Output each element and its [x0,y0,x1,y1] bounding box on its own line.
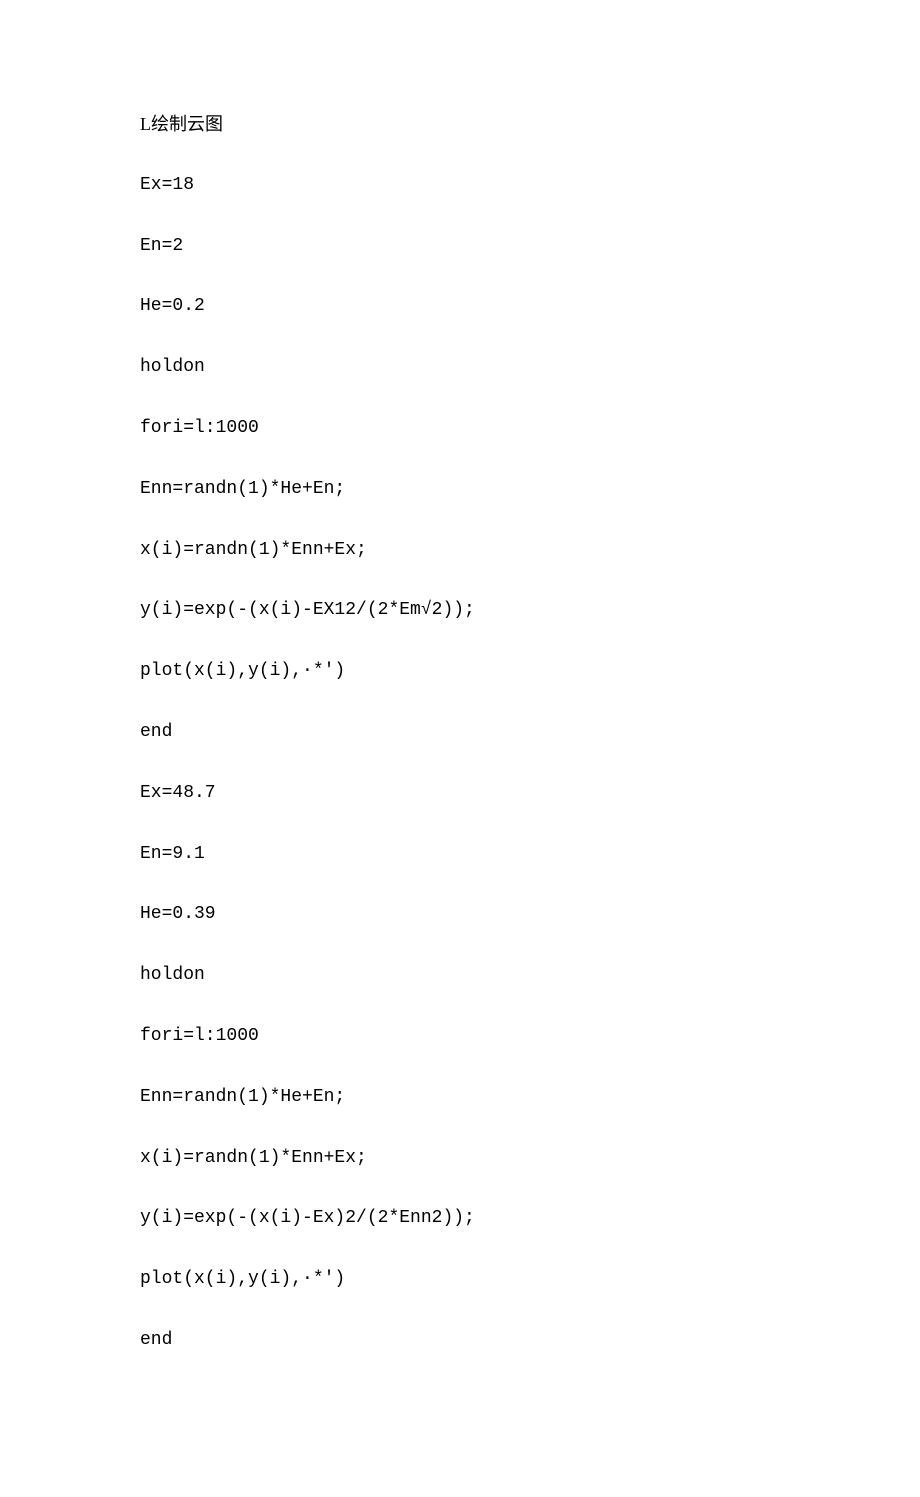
code-line: Enn=randn(1)*He+En; [140,475,780,504]
document-content: L绘制云图 Ex=18 En=2 He=0.2 holdon fori=l:10… [140,110,780,1355]
code-line: x(i)=randn(1)*Enn+Ex; [140,1144,780,1173]
code-line: end [140,718,780,747]
code-line: En=9.1 [140,840,780,869]
code-line: y(i)=exp(-(x(i)-Ex)2/(2*Enn2)); [140,1204,780,1233]
code-line: fori=l:1000 [140,414,780,443]
code-line: Enn=randn(1)*He+En; [140,1083,780,1112]
code-line: He=0.2 [140,292,780,321]
code-line: end [140,1326,780,1355]
code-line: y(i)=exp(-(x(i)-EX12/(2*Em√2)); [140,596,780,625]
code-line: plot(x(i),y(i),·*') [140,657,780,686]
code-line: Ex=48.7 [140,779,780,808]
code-line: L绘制云图 [140,110,780,139]
code-line: En=2 [140,232,780,261]
code-line: x(i)=randn(1)*Enn+Ex; [140,536,780,565]
code-line: plot(x(i),y(i),·*') [140,1265,780,1294]
code-line: holdon [140,353,780,382]
code-line: fori=l:1000 [140,1022,780,1051]
code-line: holdon [140,961,780,990]
code-line: Ex=18 [140,171,780,200]
code-line: He=0.39 [140,900,780,929]
